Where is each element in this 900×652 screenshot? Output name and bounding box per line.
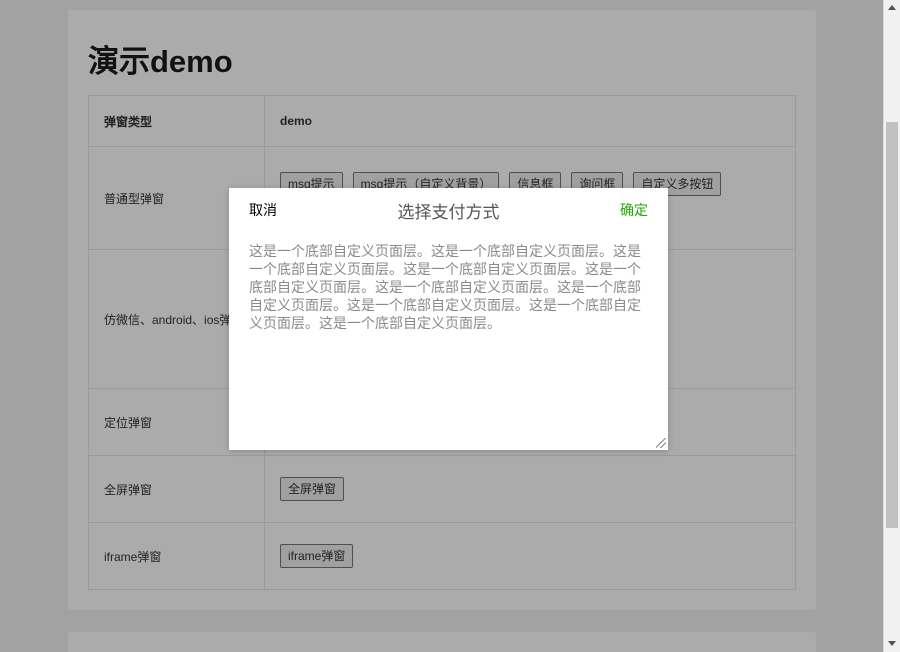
- page: 演示demo 弹窗类型 demo 普通型弹窗 msg提示 msg提示（自定义背景）…: [0, 0, 883, 652]
- bottom-dialog: 取消 选择支付方式 确定 这是一个底部自定义页面层。这是一个底部自定义页面层。这…: [229, 188, 668, 450]
- dialog-body-text: 这是一个底部自定义页面层。这是一个底部自定义页面层。这是一个底部自定义页面层。这…: [249, 245, 641, 332]
- scrollbar-thumb[interactable]: [886, 122, 898, 528]
- dialog-title: 选择支付方式: [397, 203, 500, 222]
- vertical-scrollbar[interactable]: [883, 0, 900, 652]
- confirm-button[interactable]: 确定: [620, 200, 648, 220]
- scroll-down-icon[interactable]: [888, 641, 896, 646]
- scroll-up-icon[interactable]: [888, 5, 896, 10]
- resize-grip-icon[interactable]: [656, 438, 666, 448]
